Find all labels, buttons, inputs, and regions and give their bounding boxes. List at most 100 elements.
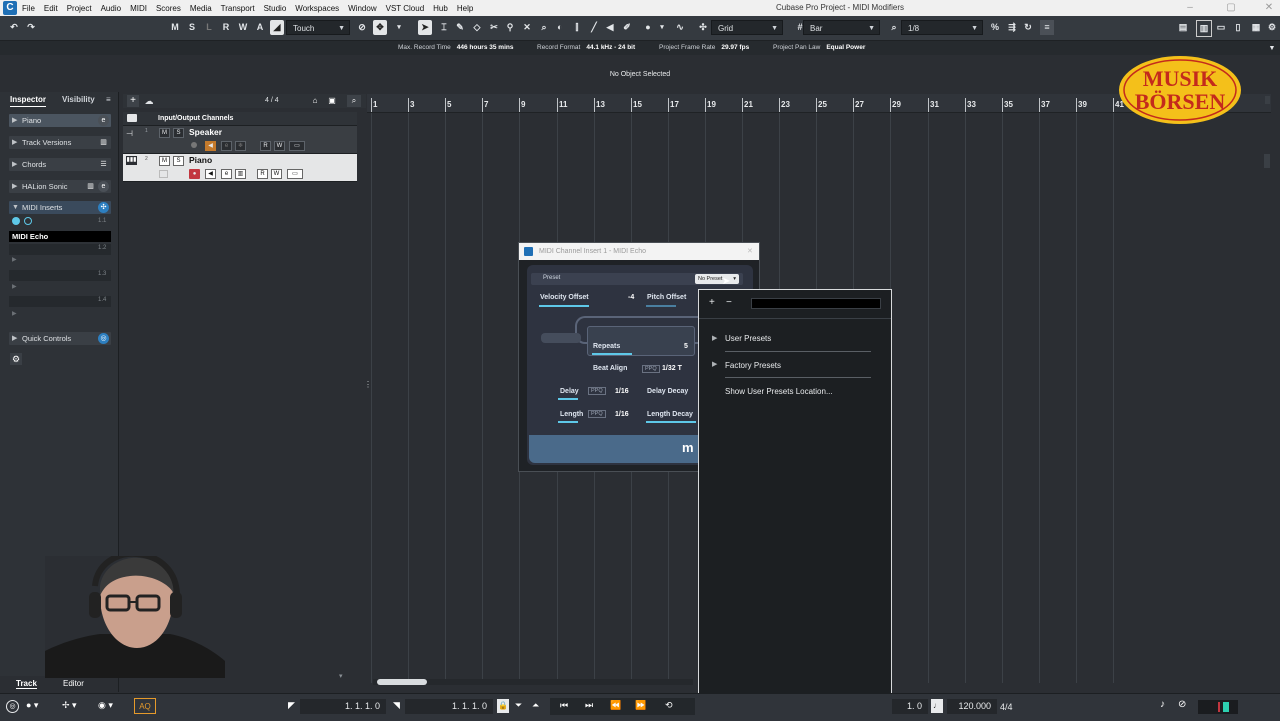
menu-file[interactable]: File [22,4,35,13]
metronome-toggle-icon[interactable]: ♪ [1160,699,1165,710]
inspector-toggle-icon[interactable]: ▥ [1196,20,1212,37]
punch-icon[interactable]: ✢ ▾ [62,700,77,711]
edit-icon[interactable]: e [221,141,232,151]
auto-quantize-icon[interactable]: ◉ ▾ [98,700,113,711]
routing-icon[interactable]: ▭ [287,169,303,179]
menu-show-user-presets-location[interactable]: Show User Presets Location... [725,387,833,396]
automation-mode-select[interactable]: Touch ▼ [286,20,350,35]
glue-tool-icon[interactable]: ⚲ [503,20,517,35]
mute-button[interactable]: M [168,20,182,35]
menu-project[interactable]: Project [67,4,92,13]
menu-scores[interactable]: Scores [156,4,181,13]
velocity-offset-value[interactable]: -4 [628,294,634,301]
right-locator-field[interactable]: 1. 1. 1. 0 [405,699,493,714]
line-tool-icon[interactable]: ╱ [587,20,601,35]
delay-bar[interactable] [558,398,578,400]
snap-icon[interactable]: ✣ [696,20,710,35]
search-icon[interactable]: ⌕ [347,95,361,107]
read-automation-icon[interactable]: R [260,141,271,151]
pan-law[interactable]: Project Pan Law Equal Power [773,44,865,51]
reset-quantize-icon[interactable]: ↻ [1021,20,1035,35]
mute-tool-icon[interactable]: ✕ [520,20,534,35]
section-halion-sonic[interactable]: ▶ HALion Sonic ▥ e [9,180,111,193]
right-locator-icon[interactable]: ◥ [393,700,400,711]
write-automation-icon[interactable]: W [271,169,282,179]
length-ppq[interactable]: PPQ [588,410,606,418]
freeze-icon[interactable]: ❄ [235,141,246,151]
close-window-icon[interactable]: ✕ [1262,1,1276,15]
write-automation-icon[interactable]: W [274,141,285,151]
edit-icon[interactable]: e [221,169,232,179]
length-bar[interactable] [558,421,578,423]
beat-align-value[interactable]: 1/32 T [662,365,682,372]
folder-row[interactable]: Input/Output Channels [123,112,357,126]
solo-button[interactable]: S [185,20,199,35]
quantize-settings-icon[interactable]: ⇶ [1005,20,1019,35]
left-locator-icon[interactable]: ◤ [288,700,295,711]
scrollbar-thumb[interactable] [377,679,427,685]
grid-type-select[interactable]: Bar ▼ [803,20,880,35]
tab-track[interactable]: Track [16,679,37,689]
lower-zone-toggle-icon[interactable]: ▭ [1214,20,1228,35]
menu-edit[interactable]: Edit [44,4,58,13]
length-decay-bar[interactable] [646,421,696,423]
remove-preset-icon[interactable]: − [726,297,732,308]
warp-tool-icon[interactable]: ⫿ [570,20,584,35]
play-tool-icon[interactable]: ◀ [603,20,617,35]
edit-insert-icon[interactable] [24,217,32,225]
automation-mode-icon[interactable]: ◢ [270,20,284,35]
quantize-select[interactable]: 1/8 ▼ [901,20,983,35]
repeats-value[interactable]: 5 [684,343,688,350]
color-picker-icon[interactable]: ● [641,20,655,35]
add-preset-icon[interactable]: + [709,297,715,308]
length-value[interactable]: 1/16 [615,411,629,418]
record-format[interactable]: Record Format 44.1 kHz - 24 bit [537,44,635,51]
record-enable-icon[interactable] [191,142,197,148]
instrument-icon[interactable]: ▥ [85,181,96,192]
menu-help[interactable]: Help [457,4,473,13]
read-button[interactable]: R [219,20,233,35]
menu-studio[interactable]: Studio [264,4,287,13]
window-layout-icon[interactable]: ▦ [1249,20,1263,35]
section-midi-inserts[interactable]: ▼ MIDI Inserts ✣ [9,201,111,214]
power-icon[interactable] [12,217,20,225]
plugin-title-bar[interactable]: MIDI Channel Insert 1 - MIDI Echo ✕ [519,243,759,260]
mute-button[interactable]: M [159,128,170,138]
pitch-offset-bar[interactable] [646,305,676,307]
left-locator-field[interactable]: 1. 1. 1. 0 [300,699,386,714]
menu-vst-cloud[interactable]: VST Cloud [386,4,425,13]
vertical-zoom-icon[interactable] [1264,154,1270,168]
forward-icon[interactable]: ⏩ [635,700,646,711]
redo-icon[interactable]: ↷ [24,20,38,35]
tab-visibility[interactable]: Visibility [62,94,95,106]
punch-in-icon[interactable]: ⏷ [515,700,522,711]
lock-icon[interactable]: 🔒 [497,699,509,713]
metronome-icon[interactable]: ♩ [931,699,943,713]
iterative-quantize-icon[interactable]: % [988,20,1002,35]
object-selection-tool-icon[interactable]: ➤ [418,20,432,35]
zoom-handle[interactable] [1265,96,1270,104]
track-name[interactable]: Piano [189,155,212,165]
go-to-start-icon[interactable]: ⏮ [560,700,568,711]
section-quick-controls[interactable]: ▶ Quick Controls ◎ [9,332,111,345]
menu-lines-icon[interactable]: ≡ [106,94,111,106]
snap-type-select[interactable]: Grid ▼ [711,20,783,35]
repeats-bar[interactable] [592,353,632,355]
solo-button[interactable]: S [173,156,184,166]
record-mode-icon[interactable]: ◎ [6,700,19,713]
tab-inspector[interactable]: Inspector [10,94,47,107]
listen-button[interactable]: L [202,20,216,35]
draw-tool-icon[interactable]: ✎ [453,20,467,35]
maximize-icon[interactable]: ▢ [1224,1,1238,15]
cycle-record-icon[interactable]: ● ▾ [26,700,38,711]
visibility-icon[interactable]: ⌂ [309,95,321,107]
track-name[interactable]: Speaker [189,127,222,137]
layout-icon[interactable]: ▤ [1176,20,1190,35]
delay-ppq[interactable]: PPQ [588,387,606,395]
quantize-icon[interactable]: ⌕ [887,20,901,35]
sync-selection-icon[interactable]: ▣ [326,95,338,107]
tempo-field[interactable]: 120.000 [947,699,997,714]
instrument-editor-icon[interactable]: ▥ [235,169,246,179]
triangle-right-icon[interactable]: ▶ [12,310,17,317]
go-to-end-icon[interactable]: ⏭ [585,700,593,711]
